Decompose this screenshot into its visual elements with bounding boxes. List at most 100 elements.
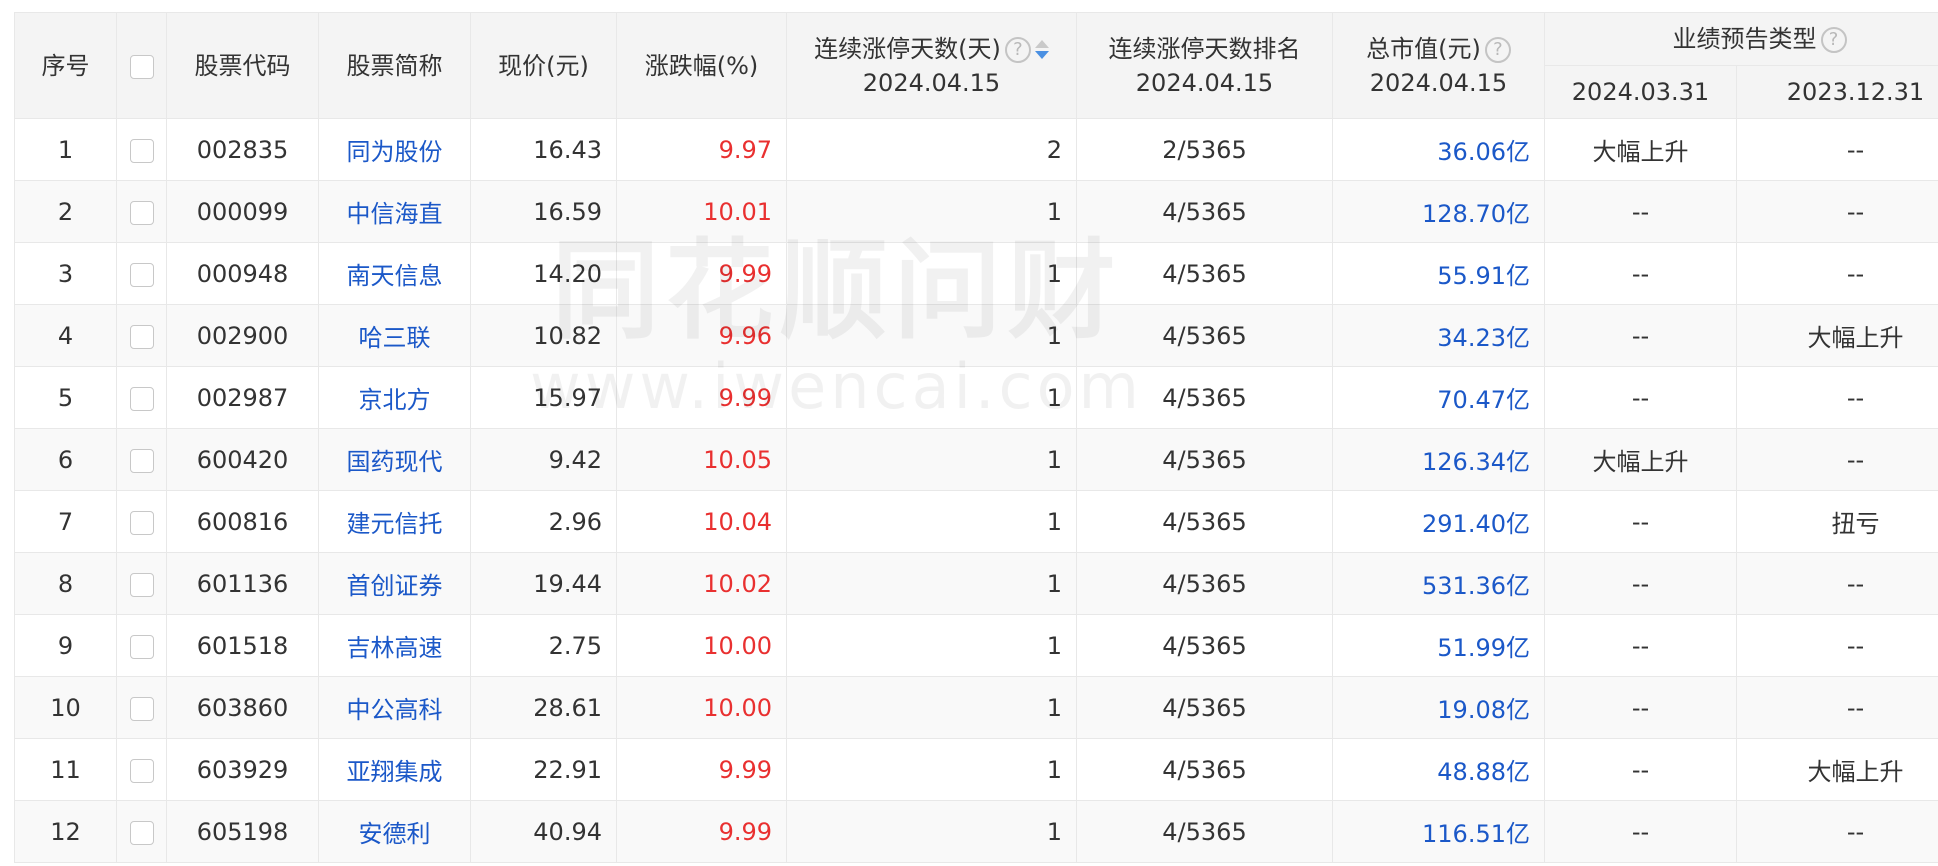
forecast-2024q1: 大幅上升 — [1544, 428, 1737, 491]
forecast-2024q1: -- — [1544, 242, 1737, 305]
stock-name-link[interactable]: 吉林高速 — [318, 614, 471, 677]
stock-name-link[interactable]: 建元信托 — [318, 490, 471, 553]
row-index: 9 — [14, 614, 117, 677]
stock-code: 002835 — [166, 118, 319, 181]
stock-change-pct: 10.00 — [616, 614, 787, 677]
row-index: 8 — [14, 552, 117, 615]
market-cap-link[interactable]: 34.23亿 — [1332, 304, 1545, 367]
row-checkbox[interactable] — [129, 696, 154, 721]
table-row[interactable]: 8 601136 首创证券 19.44 10.02 1 4/5365 531.36亿 -- -- — [14, 552, 1938, 615]
help-icon[interactable]: ? — [1820, 27, 1847, 53]
market-cap-link[interactable]: 51.99亿 — [1332, 614, 1545, 677]
help-icon[interactable]: ? — [1484, 36, 1511, 63]
market-cap-link[interactable]: 55.91亿 — [1332, 242, 1545, 305]
stock-name-link[interactable]: 中信海直 — [318, 180, 471, 243]
sort-desc-icon[interactable] — [1033, 38, 1049, 62]
stock-price: 22.91 — [470, 738, 617, 801]
table-row[interactable]: 4 002900 哈三联 10.82 9.96 1 4/5365 34.23亿 -- 大幅上升 — [14, 304, 1938, 367]
stock-change-pct: 10.05 — [616, 428, 787, 491]
table-row[interactable]: 6 600420 国药现代 9.42 10.05 1 4/5365 126.34亿 大幅上升 -- — [14, 428, 1938, 491]
stock-name-link[interactable]: 京北方 — [318, 366, 471, 429]
stock-name-link[interactable]: 国药现代 — [318, 428, 471, 491]
limit-up-rank: 4/5365 — [1076, 490, 1333, 553]
limit-up-rank: 4/5365 — [1076, 738, 1333, 801]
stock-name-link[interactable]: 首创证券 — [318, 552, 471, 615]
market-cap-link[interactable]: 70.47亿 — [1332, 366, 1545, 429]
limit-up-rank: 4/5365 — [1076, 366, 1333, 429]
row-index: 12 — [14, 800, 117, 863]
row-checkbox[interactable] — [129, 262, 154, 287]
stock-name-link[interactable]: 哈三联 — [318, 304, 471, 367]
forecast-2023q4: -- — [1736, 366, 1938, 429]
table-row[interactable]: 3 000948 南天信息 14.20 9.99 1 4/5365 55.91亿 -- -- — [14, 242, 1938, 305]
forecast-2024q1: 大幅上升 — [1544, 118, 1737, 181]
col-header-code[interactable]: 股票代码 — [166, 12, 319, 119]
row-index: 10 — [14, 676, 117, 739]
row-checkbox[interactable] — [129, 324, 154, 349]
row-checkbox[interactable] — [129, 572, 154, 597]
table-row[interactable]: 1 002835 同为股份 16.43 9.97 2 2/5365 36.06亿 大幅上升 -- — [14, 118, 1938, 181]
col-header-change[interactable]: 涨跌幅(%) — [616, 12, 787, 119]
forecast-2023q4: -- — [1736, 242, 1938, 305]
limit-up-days: 1 — [786, 676, 1077, 739]
stock-name-link[interactable]: 安德利 — [318, 800, 471, 863]
market-cap-link[interactable]: 531.36亿 — [1332, 552, 1545, 615]
select-all-checkbox[interactable] — [129, 54, 154, 79]
table-row[interactable]: 9 601518 吉林高速 2.75 10.00 1 4/5365 51.99亿 -- -- — [14, 614, 1938, 677]
row-checkbox[interactable] — [129, 138, 154, 163]
table-row[interactable]: 7 600816 建元信托 2.96 10.04 1 4/5365 291.40亿 -- 扭亏 — [14, 490, 1938, 553]
stock-change-pct: 9.96 — [616, 304, 787, 367]
market-cap-link[interactable]: 128.70亿 — [1332, 180, 1545, 243]
forecast-2024q1: -- — [1544, 738, 1737, 801]
row-select-cell — [116, 800, 167, 863]
market-cap-link[interactable]: 126.34亿 — [1332, 428, 1545, 491]
row-checkbox[interactable] — [129, 634, 154, 659]
row-select-cell — [116, 428, 167, 491]
market-cap-link[interactable]: 36.06亿 — [1332, 118, 1545, 181]
row-checkbox[interactable] — [129, 510, 154, 535]
table-row[interactable]: 10 603860 中公高科 28.61 10.00 1 4/5365 19.08亿 -- -- — [14, 676, 1938, 739]
col-header-name[interactable]: 股票简称 — [318, 12, 471, 119]
mktcap-date: 2024.04.15 — [1369, 68, 1508, 97]
forecast-2023q4: -- — [1736, 118, 1938, 181]
col-header-select-all — [116, 12, 167, 119]
row-checkbox[interactable] — [129, 820, 154, 845]
table-row[interactable]: 2 000099 中信海直 16.59 10.01 1 4/5365 128.70亿 -- -- — [14, 180, 1938, 243]
col-header-forecast-2024q1[interactable]: 2024.03.31 — [1544, 65, 1737, 119]
col-header-forecast-2023q4[interactable]: 2023.12.31 — [1736, 65, 1938, 119]
col-header-forecast: 业绩预告类型? — [1544, 12, 1938, 66]
forecast-2024q1: -- — [1544, 614, 1737, 677]
limit-up-days: 1 — [786, 614, 1077, 677]
table-row[interactable]: 5 002987 京北方 15.97 9.99 1 4/5365 70.47亿 -- -- — [14, 366, 1938, 429]
forecast-2024q1: -- — [1544, 180, 1737, 243]
row-checkbox[interactable] — [129, 758, 154, 783]
market-cap-link[interactable]: 116.51亿 — [1332, 800, 1545, 863]
market-cap-link[interactable]: 19.08亿 — [1332, 676, 1545, 739]
stock-price: 2.75 — [470, 614, 617, 677]
row-checkbox[interactable] — [129, 448, 154, 473]
market-cap-link[interactable]: 291.40亿 — [1332, 490, 1545, 553]
stock-name-link[interactable]: 南天信息 — [318, 242, 471, 305]
col-header-price[interactable]: 现价(元) — [470, 12, 617, 119]
limit-up-rank: 4/5365 — [1076, 304, 1333, 367]
limit-up-rank: 4/5365 — [1076, 242, 1333, 305]
limit-up-days: 1 — [786, 304, 1077, 367]
limit-days-date: 2024.04.15 — [862, 68, 1001, 97]
row-index: 11 — [14, 738, 117, 801]
col-header-mktcap[interactable]: 总市值(元)? 2024.04.15 — [1332, 12, 1545, 119]
market-cap-link[interactable]: 48.88亿 — [1332, 738, 1545, 801]
stock-price: 19.44 — [470, 552, 617, 615]
limit-up-rank: 2/5365 — [1076, 118, 1333, 181]
row-index: 1 — [14, 118, 117, 181]
table-row[interactable]: 12 605198 安德利 40.94 9.99 1 4/5365 116.51亿 -- -- — [14, 800, 1938, 863]
row-checkbox[interactable] — [129, 200, 154, 225]
col-header-limit-days[interactable]: 连续涨停天数(天)? 2024.04.15 — [786, 12, 1077, 119]
stock-name-link[interactable]: 中公高科 — [318, 676, 471, 739]
col-header-limit-rank[interactable]: 连续涨停天数排名 2024.04.15 — [1076, 12, 1333, 119]
help-icon[interactable]: ? — [1004, 36, 1031, 63]
stock-name-link[interactable]: 亚翔集成 — [318, 738, 471, 801]
table-row[interactable]: 11 603929 亚翔集成 22.91 9.99 1 4/5365 48.88亿 -- 大幅上升 — [14, 738, 1938, 801]
limit-up-rank: 4/5365 — [1076, 614, 1333, 677]
stock-name-link[interactable]: 同为股份 — [318, 118, 471, 181]
row-checkbox[interactable] — [129, 386, 154, 411]
